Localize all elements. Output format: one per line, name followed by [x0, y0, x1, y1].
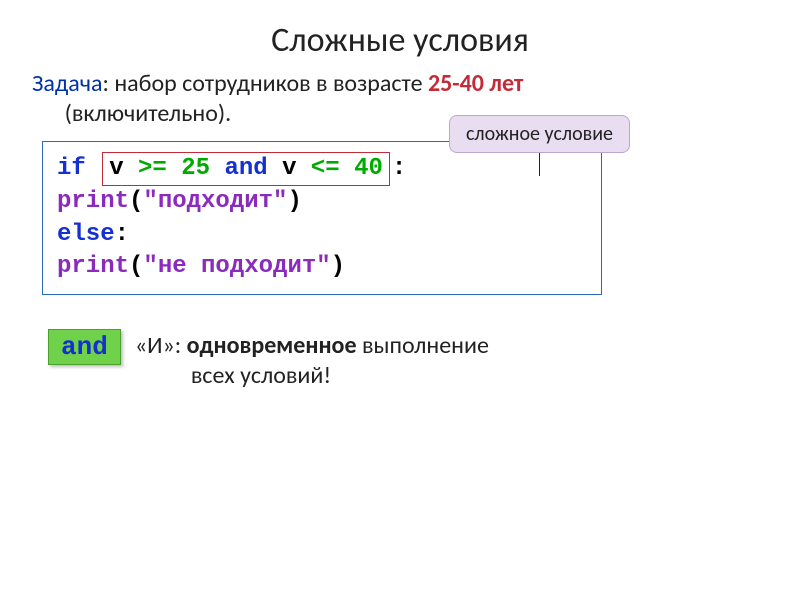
task-text: Задача: набор сотрудников в возрасте 25-… [0, 61, 800, 129]
cond-num2: 40 [354, 155, 383, 182]
colon-2: : [115, 221, 129, 248]
slide: Сложные условия Задача: набор сотруднико… [0, 0, 800, 600]
colon-1: : [392, 155, 406, 182]
cond-op1: >= [138, 155, 181, 182]
and-line2: всех условий! [135, 361, 489, 391]
code-line-1: if v >= 25 and v <= 40: [57, 152, 587, 186]
task-text-2: (включительно). [59, 99, 231, 128]
and-explanation: and «И»: одновременное выполнение всех у… [48, 329, 752, 391]
paren-close-2: ) [331, 253, 345, 280]
fn-print-2: print [57, 253, 129, 280]
keyword-if: if [57, 155, 86, 182]
cond-var2: v [282, 155, 311, 182]
code-line-4: print("не подходит") [57, 251, 587, 283]
condition-highlight: v >= 25 and v <= 40 [102, 152, 390, 186]
cond-op2: <= [311, 155, 354, 182]
code-line-3: else: [57, 219, 587, 251]
task-text-1: : набор сотрудников в возрасте [103, 69, 428, 98]
task-indent [32, 99, 59, 128]
keyword-and: and [210, 155, 282, 182]
cond-num1: 25 [181, 155, 210, 182]
fn-print-1: print [57, 188, 129, 215]
and-rest: выполнение [357, 331, 489, 360]
page-title: Сложные условия [0, 0, 800, 61]
str-2: "не подходит" [143, 253, 330, 280]
and-bold: одновременное [187, 331, 357, 360]
str-1: "подходит" [143, 188, 287, 215]
task-ages: 25-40 лет [428, 69, 523, 98]
and-prefix: «И»: [135, 331, 187, 360]
and-badge: and [48, 329, 121, 365]
keyword-else: else [57, 221, 115, 248]
code-box: if v >= 25 and v <= 40: print("подходит"… [42, 141, 602, 295]
paren-open-2: ( [129, 253, 143, 280]
cond-var1: v [109, 155, 138, 182]
task-label: Задача [32, 69, 103, 98]
and-text: «И»: одновременное выполнение всех услов… [135, 329, 489, 391]
code-line-2: print("подходит") [57, 186, 587, 218]
callout-leader [539, 152, 541, 176]
paren-close-1: ) [287, 188, 301, 215]
paren-open-1: ( [129, 188, 143, 215]
callout-complex-condition: сложное условие [449, 115, 630, 153]
